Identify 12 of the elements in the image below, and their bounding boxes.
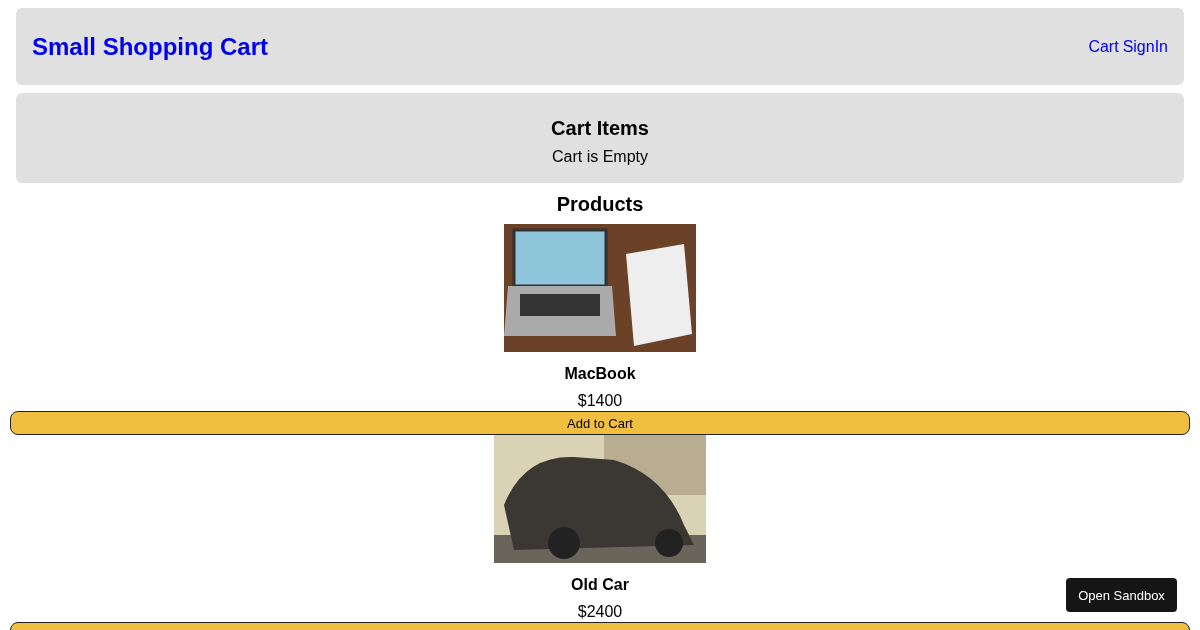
products-title: Products: [556, 193, 644, 216]
open-sandbox-button[interactable]: Open Sandbox: [1066, 578, 1177, 612]
add-to-cart-button[interactable]: Add to Cart: [10, 411, 1190, 435]
nav-link[interactable]: Cart: [1088, 37, 1119, 56]
product-price: $1400: [577, 392, 623, 410]
nav-link[interactable]: SignIn: [1122, 37, 1168, 56]
product-price: $2400: [577, 603, 623, 621]
site-title: Small Shopping Cart: [32, 32, 268, 61]
product-name: MacBook: [564, 364, 636, 384]
product-name: Old Car: [571, 575, 629, 595]
cart-message: Cart is Empty: [552, 148, 648, 166]
cart-title: Cart Items: [551, 117, 649, 140]
